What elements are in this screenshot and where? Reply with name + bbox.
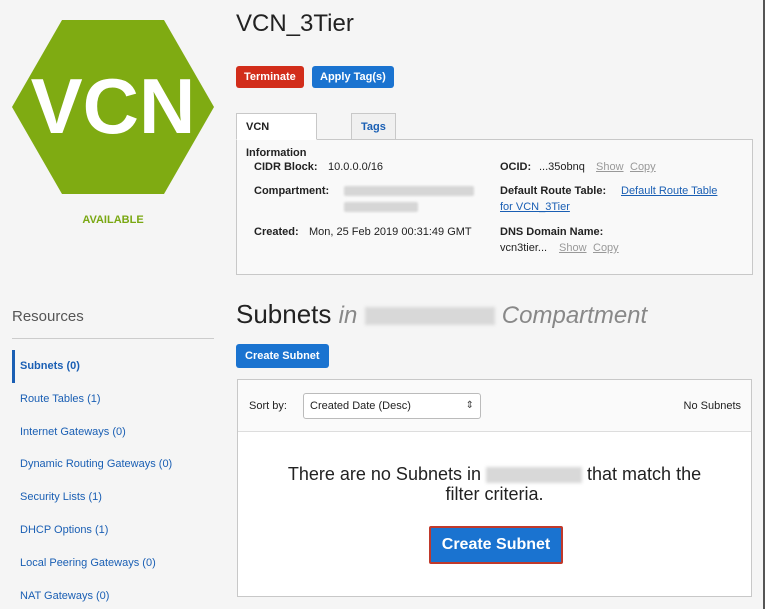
ocid-show-link[interactable]: Show [596, 161, 624, 173]
created-label: Created: [254, 226, 299, 238]
resources-divider [12, 338, 214, 339]
tab-vcn-information[interactable]: VCN Information [236, 113, 317, 159]
subnets-heading-in: in [338, 302, 358, 329]
vcn-info-panel: CIDR Block: 10.0.0.0/16 Compartment: Cre… [236, 139, 753, 275]
compartment-value-redacted [344, 185, 474, 197]
route-table-link[interactable]: Default Route Table [621, 185, 717, 197]
vcn-badge-text: VCN [31, 62, 196, 150]
resource-item-dhcp-options[interactable]: DHCP Options (1) [12, 514, 214, 547]
compartment-value-redacted-2 [344, 201, 418, 213]
ocid-value: ...35obnq [539, 161, 585, 173]
resources-heading: Resources [12, 308, 84, 325]
sort-select[interactable]: Created Date (Desc) ⇕ [303, 393, 481, 419]
subnets-count: No Subnets [683, 400, 741, 412]
tab-tags[interactable]: Tags [351, 113, 396, 140]
empty-msg-part2: that match the [587, 464, 702, 484]
route-table-link-line2[interactable]: for VCN_3Tier [500, 201, 570, 213]
status-badge: AVAILABLE [82, 214, 144, 226]
subnets-heading-compartment: Compartment [501, 302, 648, 329]
subnets-heading-text: Subnets [236, 299, 332, 329]
resource-item-nat-gateways[interactable]: NAT Gateways (0) [12, 580, 214, 609]
ocid-label: OCID: [500, 161, 532, 173]
page: VCN AVAILABLE Resources Subnets (0) Rout… [0, 0, 765, 609]
resource-item-local-peering-gateways[interactable]: Local Peering Gateways (0) [12, 547, 214, 580]
empty-state-message: There are no Subnets in that match the f… [238, 464, 751, 504]
sort-label: Sort by: [249, 400, 287, 412]
terminate-button[interactable]: Terminate [236, 66, 304, 88]
resource-item-security-lists[interactable]: Security Lists (1) [12, 481, 214, 514]
resource-item-subnets[interactable]: Subnets (0) [12, 350, 214, 383]
subnets-toolbar: Sort by: Created Date (Desc) ⇕ No Subnet… [238, 380, 751, 432]
page-title: VCN_3Tier [236, 10, 354, 37]
created-value: Mon, 25 Feb 2019 00:31:49 GMT [309, 226, 472, 238]
apply-tags-button[interactable]: Apply Tag(s) [312, 66, 394, 88]
empty-msg-compartment-redacted [486, 467, 583, 484]
create-subnet-primary-button[interactable]: Create Subnet [429, 526, 563, 564]
create-subnet-button[interactable]: Create Subnet [236, 344, 329, 368]
updown-chevron-icon: ⇕ [465, 400, 474, 411]
empty-msg-part1: There are no Subnets in [287, 464, 481, 484]
dns-copy-link[interactable]: Copy [593, 242, 619, 254]
subnets-heading: Subnets in Compartment [236, 299, 647, 330]
compartment-name-redacted [364, 307, 495, 326]
dns-label: DNS Domain Name: [500, 226, 604, 238]
cidr-value: 10.0.0.0/16 [328, 161, 384, 173]
resource-item-dynamic-routing-gateways[interactable]: Dynamic Routing Gateways (0) [12, 448, 214, 481]
ocid-copy-link[interactable]: Copy [630, 161, 656, 173]
empty-msg-line2: filter criteria. [445, 484, 544, 504]
vcn-hexagon-icon: VCN [12, 20, 214, 194]
resource-item-internet-gateways[interactable]: Internet Gateways (0) [12, 416, 214, 449]
dns-show-link[interactable]: Show [559, 242, 587, 254]
route-table-label: Default Route Table: [500, 185, 607, 197]
sort-select-value: Created Date (Desc) [310, 400, 411, 412]
resources-list: Subnets (0) Route Tables (1) Internet Ga… [12, 350, 214, 609]
resource-item-route-tables[interactable]: Route Tables (1) [12, 383, 214, 416]
compartment-label: Compartment: [254, 185, 330, 197]
dns-value: vcn3tier... [500, 242, 548, 254]
subnets-panel: Sort by: Created Date (Desc) ⇕ No Subnet… [237, 379, 752, 597]
